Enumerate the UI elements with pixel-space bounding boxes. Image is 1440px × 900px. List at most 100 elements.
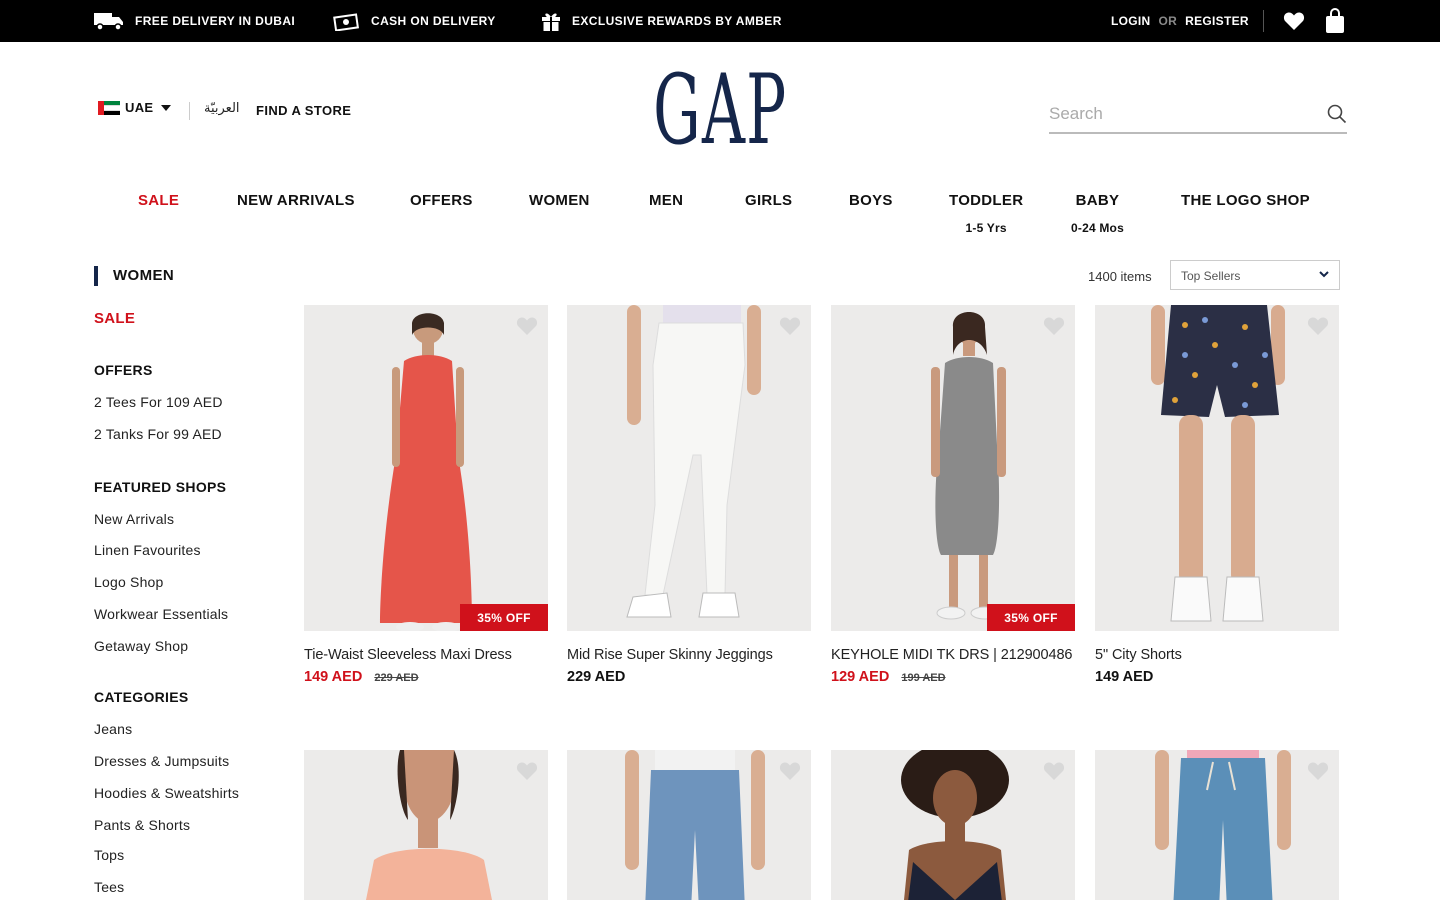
regular-price: 149 AED	[1095, 669, 1154, 685]
nav-logo-shop[interactable]: THE LOGO SHOP	[1181, 192, 1310, 209]
nav-boys-label: BOYS	[849, 192, 893, 209]
sidebar-featured-heading[interactable]: FEATURED SHOPS	[94, 479, 226, 495]
gift-icon	[542, 13, 560, 31]
nav-baby[interactable]: BABY 0-24 Mos	[1071, 192, 1124, 235]
model-in-blue-jeans-image	[625, 750, 765, 900]
sidebar-category-link[interactable]: Dresses & Jumpsuits	[94, 753, 229, 769]
regular-price: 229 AED	[567, 669, 626, 685]
product-card[interactable]: Mid Rise Super Skinny Jeggings 229 AED	[567, 305, 811, 685]
product-price: 129 AED 199 AED	[831, 669, 1075, 685]
product-card[interactable]: 35% OFF KEYHOLE MIDI TK DRS | 212900486 …	[831, 305, 1075, 685]
sidebar-category-link[interactable]: Hoodies & Sweatshirts	[94, 785, 239, 801]
nav-logo-shop-label: THE LOGO SHOP	[1181, 192, 1310, 209]
model-in-floral-shorts-image	[1151, 305, 1285, 622]
search-input[interactable]	[1049, 102, 1309, 126]
heart-icon[interactable]	[516, 316, 538, 336]
nav-women[interactable]: WOMEN	[529, 192, 590, 209]
product-card[interactable]: 35% OFF Tie-Waist Sleeveless Maxi Dress …	[304, 305, 548, 685]
promo-cash-on-delivery[interactable]: CASH ON DELIVERY	[333, 0, 496, 42]
product-card[interactable]	[831, 750, 1075, 900]
product-image[interactable]	[1095, 305, 1339, 631]
register-link[interactable]: REGISTER	[1185, 14, 1249, 28]
product-image[interactable]	[567, 305, 811, 631]
model-in-red-maxi-dress-image	[380, 313, 472, 631]
sidebar-category-link[interactable]: Jeans	[94, 721, 132, 737]
logo-text: GAP	[652, 54, 788, 166]
cash-icon	[333, 13, 359, 31]
product-card[interactable]: 5" City Shorts 149 AED	[1095, 305, 1339, 685]
sidebar-featured-link[interactable]: Linen Favourites	[94, 542, 201, 558]
nav-baby-sub: 0-24 Mos	[1071, 221, 1124, 235]
product-image[interactable]	[831, 750, 1075, 900]
results-count: 1400 items	[1088, 269, 1152, 284]
product-card[interactable]	[1095, 750, 1339, 900]
product-price: 229 AED	[567, 669, 811, 685]
product-image[interactable]: 35% OFF	[304, 305, 548, 631]
product-image[interactable]	[567, 750, 811, 900]
promo-cod-label: CASH ON DELIVERY	[371, 14, 496, 28]
product-card[interactable]	[567, 750, 811, 900]
sort-selected-value: Top Sellers	[1181, 269, 1241, 283]
sidebar-offer-link[interactable]: 2 Tees For 109 AED	[94, 394, 223, 410]
heart-icon[interactable]	[1043, 761, 1065, 781]
nav-offers[interactable]: OFFERS	[410, 192, 473, 209]
caret-down-icon	[161, 104, 172, 111]
product-image[interactable]	[304, 750, 548, 900]
auth-or-text: OR	[1158, 14, 1178, 28]
delivery-truck-icon	[94, 13, 123, 31]
nav-men[interactable]: MEN	[649, 192, 683, 209]
header-divider	[189, 102, 190, 120]
sidebar-sale-link[interactable]: SALE	[94, 310, 135, 327]
original-price: 229 AED	[374, 672, 419, 684]
arabic-language-link[interactable]: العربيّة	[204, 101, 240, 116]
product-name[interactable]: 5" City Shorts	[1095, 647, 1339, 663]
heart-icon[interactable]	[1043, 316, 1065, 336]
nav-new-arrivals-label: NEW ARRIVALS	[237, 192, 355, 209]
nav-sale-label: SALE	[138, 192, 180, 209]
product-name[interactable]: KEYHOLE MIDI TK DRS | 212900486	[831, 647, 1075, 663]
nav-new-arrivals[interactable]: NEW ARRIVALS	[237, 192, 355, 209]
product-name[interactable]: Tie-Waist Sleeveless Maxi Dress	[304, 647, 548, 663]
product-image[interactable]: 35% OFF	[831, 305, 1075, 631]
gap-logo[interactable]: GAP	[653, 62, 786, 158]
nav-sale[interactable]: SALE	[138, 192, 179, 209]
sidebar-category-link[interactable]: Tops	[94, 847, 124, 863]
sidebar-offers-heading[interactable]: OFFERS	[94, 362, 153, 378]
nav-girls-label: GIRLS	[745, 192, 793, 209]
sidebar-category-link[interactable]: Pants & Shorts	[94, 817, 190, 833]
nav-boys[interactable]: BOYS	[849, 192, 893, 209]
product-image[interactable]	[1095, 750, 1339, 900]
discount-badge: 35% OFF	[460, 604, 548, 631]
promo-rewards[interactable]: EXCLUSIVE REWARDS BY AMBER	[540, 0, 782, 42]
country-selector[interactable]: UAE	[98, 100, 172, 115]
shopping-bag-icon[interactable]	[1325, 8, 1345, 34]
wishlist-heart-icon[interactable]	[1283, 11, 1305, 31]
topbar-divider	[1263, 10, 1264, 32]
nav-girls[interactable]: GIRLS	[745, 192, 792, 209]
top-promo-bar: FREE DELIVERY IN DUBAI CASH ON DELIVERY …	[0, 0, 1440, 42]
sidebar-offer-link[interactable]: 2 Tanks For 99 AED	[94, 426, 222, 442]
sidebar-featured-link[interactable]: Getaway Shop	[94, 638, 188, 654]
sidebar-featured-link[interactable]: Workwear Essentials	[94, 606, 228, 622]
nav-women-label: WOMEN	[529, 192, 590, 209]
promo-rewards-label: EXCLUSIVE REWARDS BY AMBER	[572, 14, 782, 28]
product-name[interactable]: Mid Rise Super Skinny Jeggings	[567, 647, 811, 663]
search-icon[interactable]	[1327, 104, 1347, 124]
product-card[interactable]	[304, 750, 548, 900]
login-link[interactable]: LOGIN	[1111, 14, 1151, 28]
heart-icon[interactable]	[779, 761, 801, 781]
sidebar-featured-link[interactable]: Logo Shop	[94, 574, 164, 590]
nav-baby-label: BABY	[1075, 192, 1120, 209]
sidebar-categories-heading[interactable]: CATEGORIES	[94, 689, 189, 705]
heart-icon[interactable]	[1307, 761, 1329, 781]
sort-select[interactable]: Top Sellers	[1170, 260, 1340, 290]
country-label: UAE	[125, 100, 154, 115]
find-store-link[interactable]: FIND A STORE	[256, 103, 351, 118]
heart-icon[interactable]	[1307, 316, 1329, 336]
nav-toddler[interactable]: TODDLER 1-5 Yrs	[949, 192, 1023, 235]
heart-icon[interactable]	[779, 316, 801, 336]
sidebar-featured-link[interactable]: New Arrivals	[94, 511, 174, 527]
heart-icon[interactable]	[516, 761, 538, 781]
sidebar-category-link[interactable]: Tees	[94, 879, 124, 895]
promo-free-delivery[interactable]: FREE DELIVERY IN DUBAI	[93, 0, 295, 42]
